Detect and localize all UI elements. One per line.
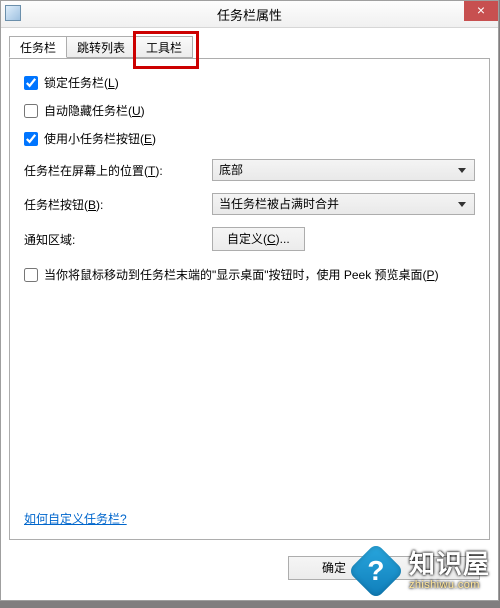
peek-label: 当你将鼠标移动到任务栏末端的"显示桌面"按钮时，使用 Peek 预览桌面(P) [44, 267, 439, 284]
client-area: 任务栏跳转列表工具栏 锁定任务栏(L) 自动隐藏任务栏(U) [9, 35, 490, 592]
window-title: 任务栏属性 [1, 5, 498, 24]
peek-checkbox[interactable] [24, 268, 38, 282]
tab-taskbar[interactable]: 任务栏 [9, 36, 67, 58]
tab-toolbars[interactable]: 工具栏 [135, 36, 193, 58]
tab-jumplists[interactable]: 跳转列表 [66, 36, 136, 58]
ok-button[interactable]: 确定 [288, 556, 380, 580]
lock-taskbar-label: 锁定任务栏(L) [44, 75, 119, 91]
titlebar: 任务栏属性 × [1, 1, 498, 28]
cancel-button[interactable] [388, 556, 480, 580]
notify-label: 通知区域: [24, 231, 212, 248]
smallbuttons-label: 使用小任务栏按钮(E) [44, 131, 156, 147]
autohide-label: 自动隐藏任务栏(U) [44, 103, 145, 119]
lock-taskbar-checkbox[interactable] [24, 76, 38, 90]
location-label: 任务栏在屏幕上的位置(T): [24, 162, 212, 179]
close-button[interactable]: × [464, 1, 498, 21]
dialog-button-row: 确定 [9, 544, 490, 592]
buttons-label: 任务栏按钮(B): [24, 196, 212, 213]
buttons-combobox[interactable]: 当任务栏被占满时合并 [212, 193, 475, 215]
tab-panel-taskbar: 锁定任务栏(L) 自动隐藏任务栏(U) 使用小任务栏按钮(E) [9, 58, 490, 540]
help-link[interactable]: 如何自定义任务栏? [24, 510, 127, 527]
buttons-value: 当任务栏被占满时合并 [219, 197, 339, 211]
location-combobox[interactable]: 底部 [212, 159, 475, 181]
location-value: 底部 [219, 163, 243, 177]
customize-button[interactable]: 自定义(C)... [212, 227, 305, 251]
tab-strip: 任务栏跳转列表工具栏 [9, 35, 490, 59]
smallbuttons-checkbox[interactable] [24, 132, 38, 146]
autohide-checkbox[interactable] [24, 104, 38, 118]
dialog-window: 任务栏属性 × 任务栏跳转列表工具栏 锁定任务栏(L) [0, 0, 499, 601]
